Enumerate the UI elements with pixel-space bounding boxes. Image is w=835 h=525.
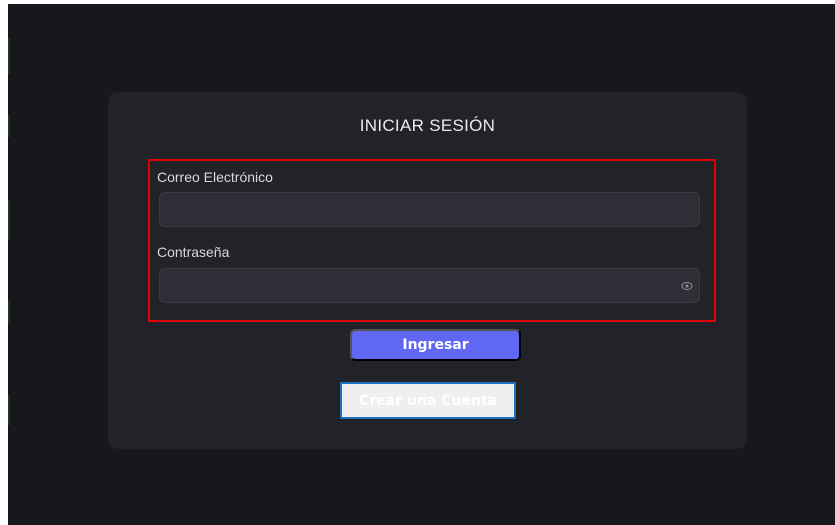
page-title: INICIAR SESIÓN <box>359 116 496 135</box>
login-button[interactable]: Ingresar <box>350 329 521 361</box>
eye-icon[interactable] <box>681 280 693 292</box>
email-label: Correo Electrónico <box>157 169 273 185</box>
password-label: Contraseña <box>157 244 230 260</box>
left-edge-marks <box>8 0 10 525</box>
create-account-button[interactable]: Crear una Cuenta <box>340 382 516 419</box>
login-card: INICIAR SESIÓN Correo Electrónico Contra… <box>108 92 747 449</box>
password-input[interactable] <box>159 268 700 303</box>
email-input[interactable] <box>159 192 700 227</box>
